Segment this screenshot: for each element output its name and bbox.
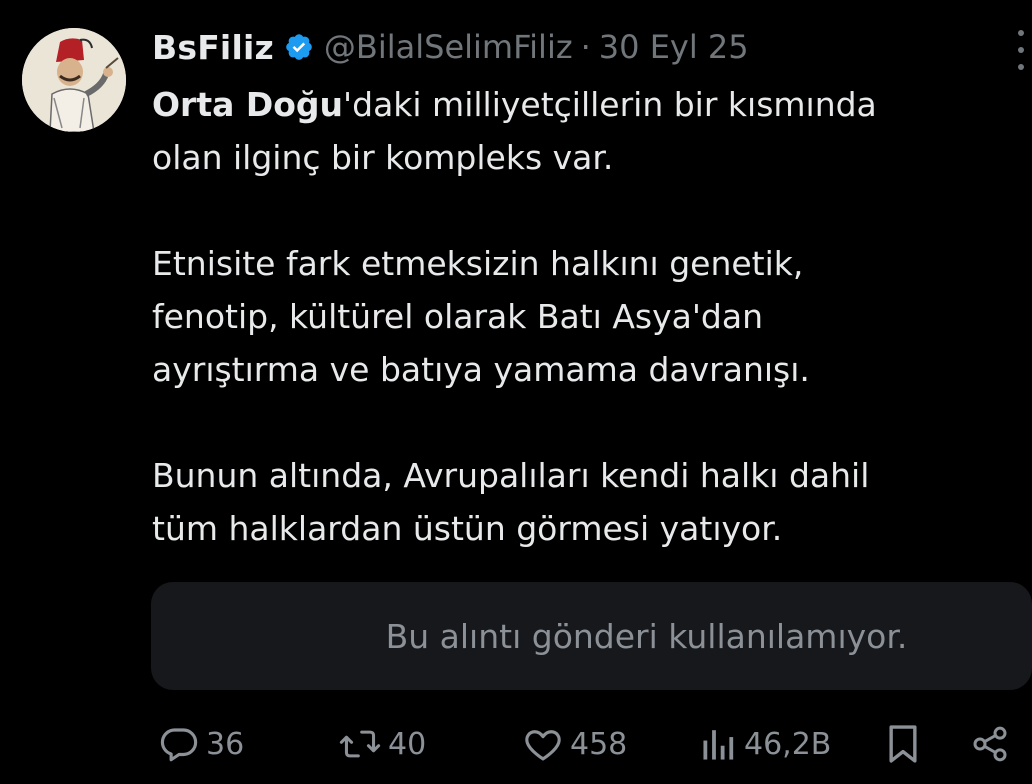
repost-button[interactable]: 40 — [338, 716, 426, 772]
paragraph-2-line-3: ayrıştırma ve batıya yamama davranışı. — [152, 350, 810, 389]
bookmark-icon — [884, 722, 922, 766]
paragraph-2-line-1: Etnisite fark etmeksizin halkını genetik… — [152, 244, 804, 283]
quote-unavailable-text: Bu alıntı gönderi kullanılamıyor. — [385, 616, 908, 656]
paragraph-2-line-2: fenotip, kültürel olarak Batı Asya'dan — [152, 297, 763, 336]
like-count: 458 — [570, 726, 628, 762]
more-options-icon[interactable] — [1010, 30, 1032, 70]
bookmark-button[interactable] — [884, 716, 922, 772]
tweet[interactable]: BsFiliz @BilalSelimFiliz · 30 Eyl 25 Ort… — [0, 0, 1032, 784]
avatar[interactable] — [22, 28, 126, 132]
tweet-header: BsFiliz @BilalSelimFiliz · 30 Eyl 25 — [152, 22, 749, 72]
verified-badge-icon[interactable] — [284, 32, 314, 62]
repost-count: 40 — [388, 726, 427, 762]
separator: · — [580, 28, 591, 66]
action-bar: 36 40 458 46,2B — [0, 716, 1032, 772]
reply-icon — [158, 723, 200, 765]
text-segment: 'daki milliyetçillerin bir kısmında — [343, 85, 877, 124]
like-button[interactable]: 458 — [522, 716, 627, 772]
quoted-post-unavailable: Bu alıntı gönderi kullanılamıyor. — [151, 582, 1032, 690]
reply-count: 36 — [206, 726, 245, 762]
view-count: 46,2B — [744, 726, 832, 762]
paragraph-1-line-1: Orta Doğu'daki milliyetçillerin bir kısm… — [152, 78, 1012, 131]
views-button[interactable]: 46,2B — [700, 716, 831, 772]
paragraph-1-line-2: olan ilginç bir kompleks var. — [152, 138, 614, 177]
paragraph-3-line-1: Bunun altında, Avrupalıları kendi halkı … — [152, 456, 870, 495]
repost-icon — [338, 723, 382, 765]
tweet-text: Orta Doğu'daki milliyetçillerin bir kısm… — [152, 78, 1012, 555]
bold-text: Orta Doğu — [152, 85, 344, 124]
paragraph-3-line-2: tüm halklardan üstün görmesi yatıyor. — [152, 509, 783, 548]
views-bar-chart-icon — [700, 723, 738, 765]
user-handle[interactable]: @BilalSelimFiliz — [324, 28, 573, 66]
share-button[interactable] — [970, 716, 1010, 772]
heart-icon — [522, 723, 564, 765]
reply-button[interactable]: 36 — [158, 716, 244, 772]
display-name[interactable]: BsFiliz — [152, 28, 274, 67]
tweet-date[interactable]: 30 Eyl 25 — [599, 28, 749, 66]
share-icon — [970, 724, 1010, 764]
avatar-illustration — [22, 28, 126, 132]
